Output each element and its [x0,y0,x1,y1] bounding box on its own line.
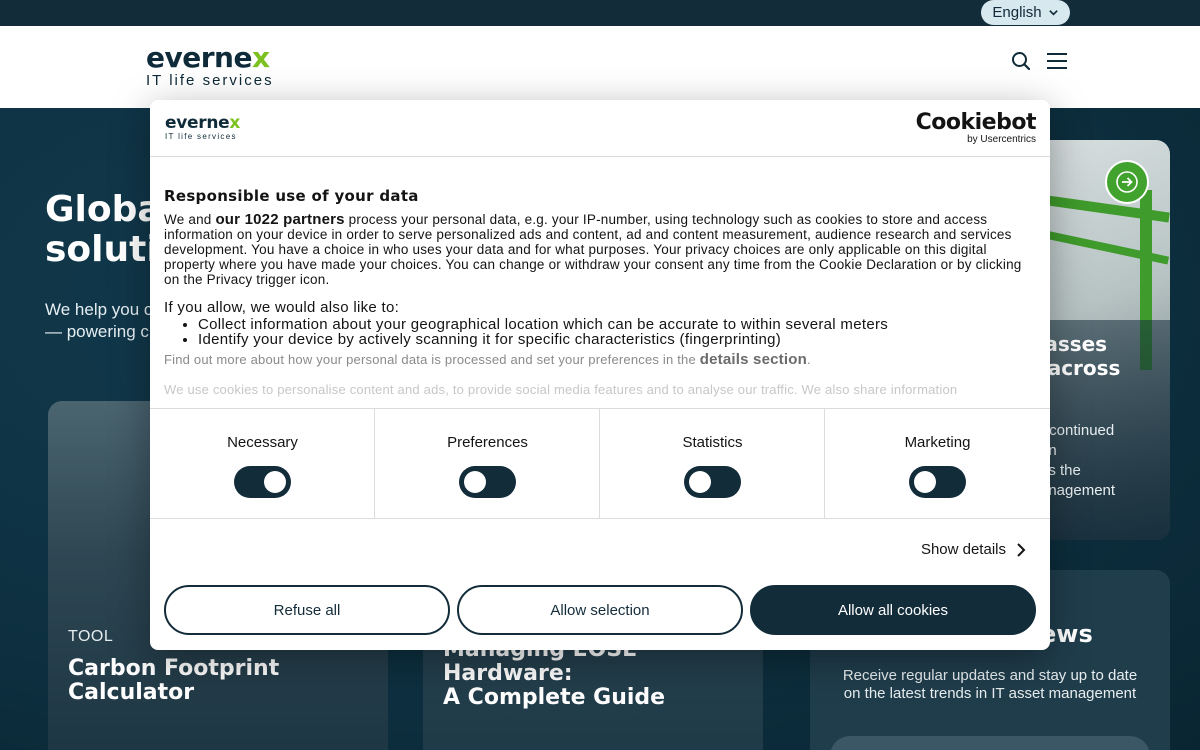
switch-knob [264,471,286,493]
dialog-intro: We and our 1022 partners process your pe… [164,211,1022,287]
toggle-marketing: Marketing [825,409,1050,519]
site-header: evernex IT life services [0,26,1200,108]
dialog-logo-wordmark: evernex [165,113,241,133]
search-icon[interactable] [1010,50,1032,72]
logo-tagline: IT life services [146,72,274,89]
show-details-label: Show details [920,541,1006,558]
chevron-right-icon [1017,542,1026,557]
newsletter-email-field[interactable] [830,736,1150,750]
toggle-statistics: Statistics [600,409,825,519]
dialog-header: evernex IT life services Cookiebot by Us… [150,100,1050,157]
show-details-link[interactable]: Show details [921,541,1026,558]
consent-toggles: Necessary Preferences Statistics Marketi… [150,408,1050,519]
refuse-all-button[interactable]: Refuse all [164,585,450,635]
site-logo[interactable]: evernex IT life services [146,44,296,90]
toggle-label: Necessary [227,434,298,451]
hero-subtitle: We help you c — powering c [45,300,153,341]
cookiebot-logo[interactable]: Cookiebot by Usercentrics [915,110,1037,146]
list-item: Collect information about your geographi… [198,317,1034,332]
language-selector[interactable]: English [981,0,1070,25]
cookie-consent-dialog: evernex IT life services Cookiebot by Us… [150,100,1050,650]
photo-card-text: r continued on es the anagement [1040,422,1116,499]
cookiebot-name: Cookiebot [915,110,1037,135]
logo-accent-letter: x [229,113,241,133]
dialog-logo-tagline: IT life services [165,132,237,141]
switch-knob [914,471,936,493]
cookiebot-by: by Usercentrics [967,134,1036,145]
findout-text: Find out more about how your personal da… [164,351,811,368]
allow-all-cookies-button[interactable]: Allow all cookies [750,585,1036,635]
toggle-necessary: Necessary [150,409,375,519]
tool-card-title: Carbon Footprint Calculator [68,656,280,705]
allow-list: Collect information about your geographi… [198,317,1034,347]
newsletter-text: Receive regular updates and stay up to d… [842,667,1138,702]
partners-link[interactable]: our 1022 partners [215,211,344,228]
toggle-label: Statistics [682,434,743,451]
faded-text: We use cookies to personalise content an… [164,382,958,397]
preferences-switch[interactable] [459,466,516,498]
statistics-switch[interactable] [684,466,741,498]
language-bar: English [0,0,1200,26]
dialog-body[interactable]: Responsible use of your data We and our … [164,186,1034,408]
language-label: English [992,4,1042,21]
switch-knob [689,471,711,493]
hamburger-menu-icon[interactable] [1046,50,1068,72]
logo-wordmark: evernex [146,41,270,74]
dialog-heading: Responsible use of your data [164,187,419,205]
list-item: Identify your device by actively scannin… [198,332,1034,347]
details-section-link[interactable]: details section [700,351,807,368]
switch-knob [464,471,486,493]
logo-accent-letter: x [251,41,270,74]
marketing-switch[interactable] [909,466,966,498]
allow-selection-button[interactable]: Allow selection [457,585,743,635]
allow-heading: If you allow, we would also like to: [164,299,400,316]
tool-card-tag: TOOL [68,628,114,645]
toggle-preferences: Preferences [375,409,600,519]
necessary-switch[interactable] [234,466,291,498]
arrow-right-circle-icon[interactable] [1105,160,1149,204]
toggle-label: Marketing [904,434,971,451]
chevron-down-icon [1048,10,1058,16]
dialog-logo: evernex IT life services [165,115,240,142]
toggle-label: Preferences [447,434,528,451]
